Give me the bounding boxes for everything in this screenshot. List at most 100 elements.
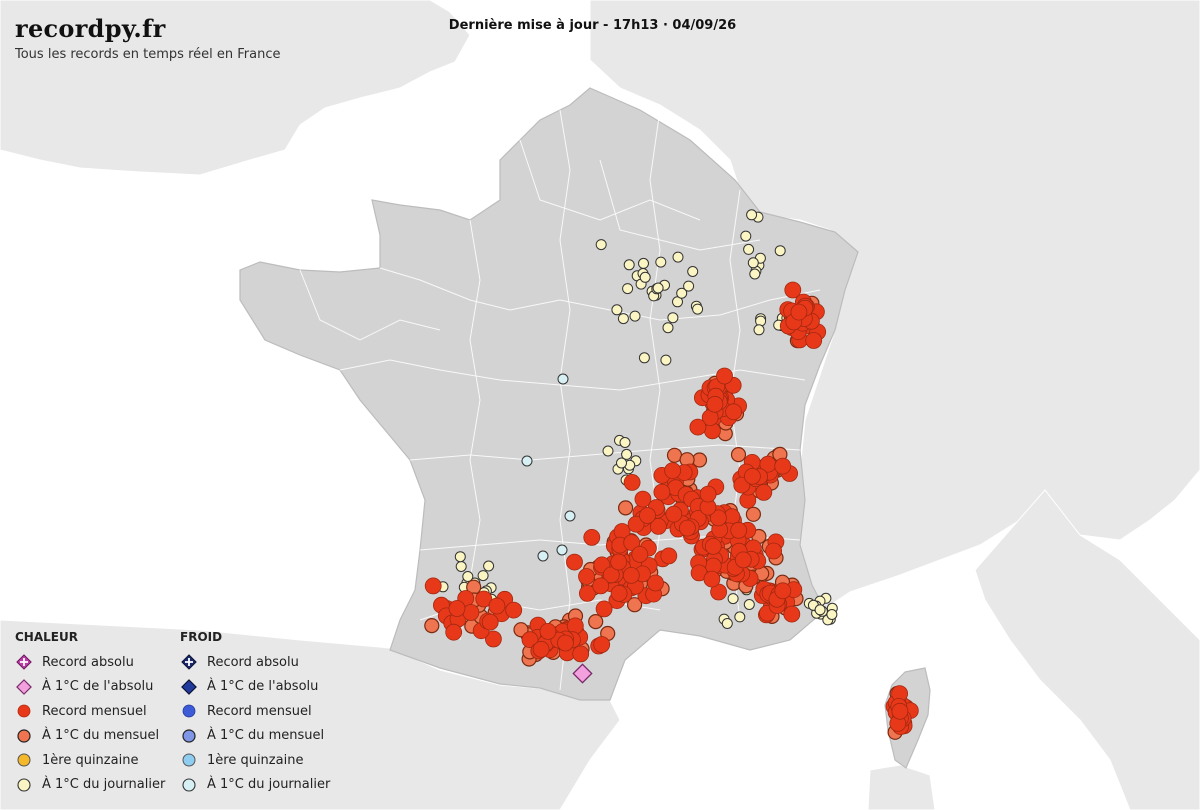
record-mensuel-marker[interactable] [462,604,480,621]
a-1c-du-journalier-marker[interactable] [743,599,755,610]
record-mensuel-marker[interactable] [622,567,640,584]
a-1c-du-journalier-marker[interactable] [616,457,627,469]
legend-heat-item: À 1°C du journalier [15,773,165,798]
froid-journalier-marker[interactable] [564,510,576,522]
legend-cold-item: Record mensuel [180,699,330,724]
a-1c-du-journalier-marker[interactable] [672,251,684,263]
a-1c-du-journalier-marker[interactable] [638,257,649,269]
a-1c-du-journalier-marker[interactable] [667,312,679,324]
record-mensuel-marker[interactable] [704,538,722,555]
record-mensuel-marker[interactable] [689,418,707,436]
a-1c-du-journalier-marker[interactable] [747,257,759,269]
record-mensuel-marker[interactable] [790,303,808,321]
record-mensuel-marker[interactable] [539,623,557,640]
record-mensuel-marker[interactable] [566,553,583,571]
record-mensuel-marker[interactable] [448,600,466,617]
a-1c-du-journalier-marker[interactable] [774,245,786,257]
a-1c-du-journalier-marker[interactable] [639,271,651,283]
a-1c-du-journalier-marker[interactable] [746,209,758,221]
a-1c-du-journalier-marker[interactable] [727,593,739,605]
record-mensuel-marker[interactable] [572,645,590,663]
a-1c-du-journalier-marker[interactable] [660,354,672,366]
record-mensuel-marker[interactable] [445,623,463,641]
froid-journalier-marker[interactable] [556,544,568,556]
record-mensuel-marker[interactable] [566,617,584,635]
a-1c-du-journalier-marker[interactable] [602,445,614,457]
a-1c-du-journalier-marker[interactable] [683,280,695,292]
record-mensuel-marker[interactable] [610,553,628,571]
record-mensuel-marker[interactable] [593,636,611,653]
record-mensuel-marker[interactable] [592,577,610,595]
record-mensuel-marker[interactable] [424,577,442,595]
record-mensuel-marker[interactable] [623,473,641,491]
record-mensuel-marker[interactable] [716,367,733,385]
record-mensuel-marker[interactable] [610,585,628,602]
record-mensuel-marker[interactable] [653,483,671,501]
a-1c-du-mensuel-marker[interactable] [424,617,440,634]
record-mensuel-marker[interactable] [699,485,717,503]
a-1c-du-journalier-marker[interactable] [629,310,641,322]
record-mensuel-marker[interactable] [730,521,748,539]
last-update-text: Dernière mise à jour - 17h13 · 04/09/26 [448,18,737,33]
record-mensuel-marker[interactable] [532,640,550,658]
a-1c-du-mensuel-marker[interactable] [588,613,604,630]
a-1c-du-journalier-marker[interactable] [619,437,631,448]
a-1c-du-journalier-marker[interactable] [622,283,634,295]
record-mensuel-marker[interactable] [765,542,782,560]
froid-journalier-marker[interactable] [557,373,569,385]
a-1c-du-journalier-marker[interactable] [652,282,664,294]
record-mensuel-marker[interactable] [703,570,721,588]
record-mensuel-marker[interactable] [595,600,613,618]
a-1c-du-mensuel-marker[interactable] [730,447,747,463]
record-mensuel-marker[interactable] [679,519,696,537]
a-1c-du-journalier-marker[interactable] [595,239,607,251]
a-1c-du-journalier-marker[interactable] [662,322,674,334]
record-mensuel-marker[interactable] [664,462,681,480]
a-1c-du-journalier-marker[interactable] [611,304,623,316]
a-1c-du-journalier-marker[interactable] [734,611,746,623]
record-mensuel-marker[interactable] [755,483,773,501]
record-mensuel-marker[interactable] [774,582,792,600]
record-mensuel-marker[interactable] [583,529,601,546]
a-1c-du-mensuel-marker[interactable] [666,447,683,463]
a-1c-du-mensuel-marker[interactable] [617,500,634,516]
record-mensuel-marker[interactable] [578,568,595,585]
a-1c-du-journalier-marker[interactable] [483,560,495,572]
a-1c-du-journalier-marker[interactable] [692,303,704,315]
record-mensuel-marker[interactable] [744,467,761,485]
record-mensuel-marker[interactable] [706,395,724,413]
record-mensuel-marker[interactable] [784,281,802,299]
record-mensuel-marker[interactable] [725,403,742,421]
record-mensuel-marker[interactable] [505,601,523,619]
froid-journalier-marker[interactable] [521,455,533,467]
a-1c-du-journalier-marker[interactable] [638,352,650,364]
a-1c-du-journalier-marker[interactable] [655,256,667,268]
record-mensuel-marker[interactable] [660,547,678,565]
record-mensuel-marker[interactable] [783,605,801,623]
a-1c-du-journalier-marker[interactable] [477,570,489,582]
record-mensuel-marker[interactable] [734,551,752,569]
a-1c-du-mensuel-marker[interactable] [745,506,762,522]
a-1c-du-journalier-marker[interactable] [749,268,761,280]
record-mensuel-marker[interactable] [639,507,656,524]
a-1c-du-journalier-marker[interactable] [743,243,755,255]
record-mensuel-marker[interactable] [774,457,792,475]
record-mensuel-marker[interactable] [481,613,499,631]
a-1c-du-journalier-marker[interactable] [455,561,467,572]
a-1c-du-journalier-marker[interactable] [687,266,699,277]
a-1c-du-journalier-marker[interactable] [454,551,466,563]
a-1c-du-journalier-marker[interactable] [826,609,838,620]
a-1c-du-journalier-marker[interactable] [617,313,629,325]
froid-journalier-marker[interactable] [537,550,549,562]
record-mensuel-marker[interactable] [631,546,649,563]
record-mensuel-marker[interactable] [891,702,909,720]
record-mensuel-marker[interactable] [557,634,574,652]
a-1c-du-journalier-marker[interactable] [623,259,635,271]
a-1c-du-journalier-marker[interactable] [753,324,765,336]
record-mensuel-marker[interactable] [488,597,506,615]
a-1c-du-journalier-marker[interactable] [814,604,826,616]
record-mensuel-marker[interactable] [805,332,823,349]
a-1c-du-journalier-marker[interactable] [740,230,752,242]
record-mensuel-marker[interactable] [665,505,683,523]
a-1c-du-journalier-marker[interactable] [721,618,733,629]
